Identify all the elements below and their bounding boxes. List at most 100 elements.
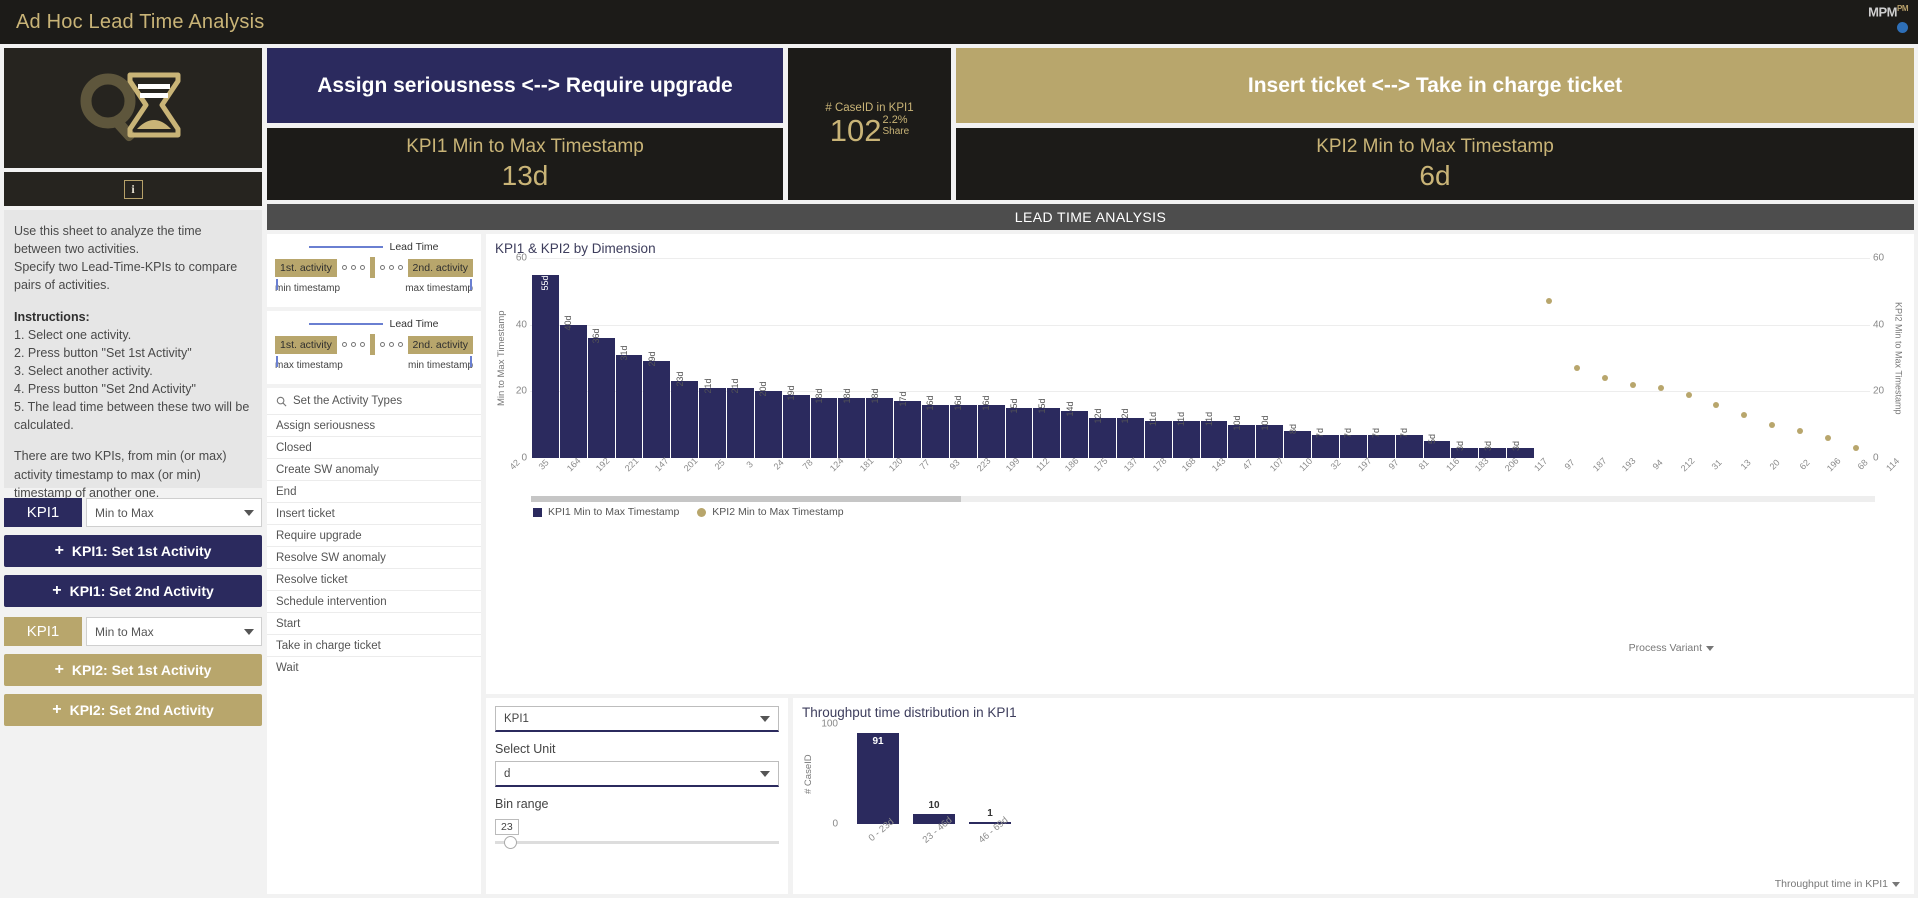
bar-column[interactable]: 17d <box>894 258 922 458</box>
bar-column[interactable]: 10d <box>1228 258 1256 458</box>
bar[interactable]: 31d <box>615 345 643 458</box>
bar[interactable]: 29d <box>643 352 671 458</box>
kpi-selector[interactable]: KPI1 <box>495 706 779 732</box>
bar-column[interactable] <box>1535 258 1562 458</box>
unit-selector[interactable]: d <box>495 761 779 787</box>
bar-column[interactable]: 16d <box>977 258 1005 458</box>
bar-column[interactable]: 7d <box>1339 258 1367 458</box>
bar[interactable]: 16d <box>922 395 949 458</box>
bar[interactable]: 20d <box>754 382 782 458</box>
chart-scrollbar[interactable] <box>531 496 1875 502</box>
bar[interactable]: 18d <box>838 388 866 458</box>
bar-column[interactable]: 18d <box>838 258 866 458</box>
bar-column[interactable]: 20d <box>754 258 782 458</box>
bar[interactable]: 36d <box>587 328 615 458</box>
bar-column[interactable]: 31d <box>615 258 643 458</box>
bar-column[interactable]: 21d <box>699 258 727 458</box>
bar-column[interactable]: 23d <box>671 258 699 458</box>
bar-column[interactable] <box>1758 258 1785 458</box>
bar[interactable]: 15d <box>1033 398 1061 458</box>
activity-list-item[interactable]: Insert ticket <box>267 502 481 524</box>
activity-list-item[interactable]: Require upgrade <box>267 524 481 546</box>
bar-column[interactable] <box>1702 258 1729 458</box>
bar[interactable]: 19d <box>782 385 810 458</box>
bar[interactable]: 23d <box>671 372 699 458</box>
kpi1-mode-select[interactable]: Min to Max <box>86 498 262 527</box>
bar-column[interactable] <box>1591 258 1618 458</box>
bar-column[interactable]: 11d <box>1172 258 1200 458</box>
bar[interactable]: 8d <box>1284 424 1312 458</box>
bar[interactable]: 12d <box>1089 408 1117 458</box>
bar-column[interactable]: 7d <box>1367 258 1395 458</box>
bar-column[interactable]: 19d <box>782 258 810 458</box>
lead-time-chip-second-1[interactable]: 2nd. activity <box>407 258 473 277</box>
kpi-by-dimension-plot[interactable]: 55d 40d 36d 31d 29d 23d 21d 21d 20d 19d 18d 18d 18d 1… <box>530 258 1870 458</box>
bar[interactable]: 18d <box>866 388 894 458</box>
bar-column[interactable] <box>1563 258 1590 458</box>
activity-list-item[interactable]: Resolve ticket <box>267 568 481 590</box>
bar-column[interactable]: 3d <box>1479 258 1507 458</box>
bar-column[interactable] <box>1786 258 1813 458</box>
bar[interactable]: 40d <box>559 315 587 458</box>
lead-time-chip-second-2[interactable]: 2nd. activity <box>407 335 473 354</box>
kpi2-set-first-activity-button[interactable]: + KPI2: Set 1st Activity <box>4 654 262 686</box>
activity-list-item[interactable]: Closed <box>267 436 481 458</box>
bar[interactable]: 21d <box>727 378 754 458</box>
bar-column[interactable] <box>1814 258 1841 458</box>
bar[interactable]: 55d <box>532 274 559 458</box>
bar[interactable]: 17d <box>894 392 922 458</box>
bar-column[interactable]: 11d <box>1200 258 1228 458</box>
bar-column[interactable]: 55d <box>532 258 559 458</box>
bar-column[interactable]: 7d <box>1395 258 1423 458</box>
throughput-histogram-bars[interactable]: 91 10 1 <box>841 724 1041 824</box>
kpi2-set-second-activity-button[interactable]: + KPI2: Set 2nd Activity <box>4 694 262 726</box>
bar-column[interactable]: 10d <box>1256 258 1284 458</box>
lead-time-chip-first-2[interactable]: 1st. activity <box>275 335 337 354</box>
bar-column[interactable]: 5d <box>1423 258 1451 458</box>
activity-search-row[interactable]: Set the Activity Types <box>267 388 481 414</box>
bar-column[interactable]: 18d <box>810 258 838 458</box>
bar-column[interactable]: 11d <box>1144 258 1172 458</box>
bin-range-slider[interactable] <box>495 836 779 849</box>
activity-list-item[interactable]: Start <box>267 612 481 634</box>
lead-time-chip-first-1[interactable]: 1st. activity <box>275 258 337 277</box>
activity-list-item[interactable]: Resolve SW anomaly <box>267 546 481 568</box>
bar-column[interactable]: 21d <box>727 258 754 458</box>
bin-range-slider-knob[interactable] <box>503 836 517 849</box>
activity-list-item[interactable]: Take in charge ticket <box>267 634 481 656</box>
bar-column[interactable] <box>1841 258 1868 458</box>
bar-column[interactable]: 3d <box>1451 258 1479 458</box>
chart-scrollbar-thumb[interactable] <box>531 496 962 502</box>
bar-column[interactable]: 29d <box>643 258 671 458</box>
bar-column[interactable]: 3d <box>1507 258 1534 458</box>
bar[interactable]: 16d <box>977 395 1005 458</box>
bar-column[interactable] <box>1619 258 1646 458</box>
bar-column[interactable]: 12d <box>1117 258 1144 458</box>
throughput-time-dropdown[interactable]: Throughput time in KPI1 <box>1775 878 1900 890</box>
bar-column[interactable]: 16d <box>922 258 949 458</box>
process-variant-dropdown[interactable]: Process Variant <box>1629 642 1714 654</box>
legend-item-kpi2[interactable]: KPI2 Min to Max Timestamp <box>697 506 844 518</box>
bar-column[interactable]: 18d <box>866 258 894 458</box>
bar-column[interactable]: 15d <box>1005 258 1033 458</box>
kpi2-mode-select[interactable]: Min to Max <box>86 617 262 646</box>
hist-bar[interactable]: 91 <box>857 733 899 824</box>
legend-item-kpi1[interactable]: KPI1 Min to Max Timestamp <box>533 506 679 518</box>
activity-list-item[interactable]: Assign seriousness <box>267 414 481 436</box>
bar[interactable]: 16d <box>949 395 977 458</box>
bar[interactable]: 14d <box>1061 402 1089 458</box>
kpi1-set-second-activity-button[interactable]: + KPI1: Set 2nd Activity <box>4 575 262 607</box>
bar-column[interactable]: 8d <box>1284 258 1312 458</box>
bar-column[interactable]: 36d <box>587 258 615 458</box>
info-bar[interactable]: i <box>4 172 262 206</box>
bar-column[interactable]: 12d <box>1089 258 1117 458</box>
bar[interactable]: 12d <box>1117 408 1144 458</box>
bar[interactable]: 18d <box>810 388 838 458</box>
bar-column[interactable]: 7d <box>1312 258 1339 458</box>
bar[interactable]: 21d <box>699 378 727 458</box>
bar-column[interactable]: 40d <box>559 258 587 458</box>
kpi1-set-first-activity-button[interactable]: + KPI1: Set 1st Activity <box>4 535 262 567</box>
activity-list-item[interactable]: Wait <box>267 656 481 678</box>
bar-column[interactable]: 16d <box>949 258 977 458</box>
bar-column[interactable]: 15d <box>1033 258 1061 458</box>
